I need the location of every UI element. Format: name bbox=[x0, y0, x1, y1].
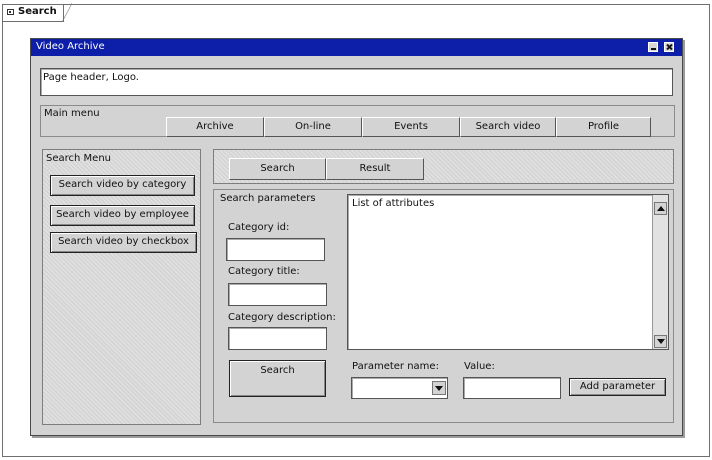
category-description-label: Category description: bbox=[228, 312, 336, 323]
main-menu-label: Main menu bbox=[44, 108, 100, 119]
attributes-list-text: List of attributes bbox=[352, 198, 435, 209]
category-id-field[interactable] bbox=[226, 238, 325, 261]
search-by-employee-button[interactable]: Search video by employee bbox=[50, 205, 195, 226]
page-header: Page header, Logo. bbox=[40, 68, 673, 96]
search-by-checkbox-button[interactable]: Search video by checkbox bbox=[50, 232, 197, 253]
title-bar: Video Archive bbox=[31, 39, 682, 56]
tab-search[interactable]: Search bbox=[229, 158, 326, 180]
page-header-text: Page header, Logo. bbox=[43, 72, 139, 83]
value-field[interactable] bbox=[463, 377, 561, 399]
tab-result[interactable]: Result bbox=[326, 158, 424, 180]
search-menu-label: Search Menu bbox=[46, 153, 111, 164]
chevron-down-icon[interactable] bbox=[432, 381, 446, 395]
frame-tab-label: Search bbox=[18, 6, 57, 17]
close-icon[interactable] bbox=[664, 42, 674, 52]
video-archive-window: Video Archive Page header, Logo. Main me… bbox=[30, 38, 683, 436]
tab-events[interactable]: Events bbox=[362, 117, 460, 137]
category-title-field[interactable] bbox=[228, 283, 327, 306]
arrow-down-icon[interactable] bbox=[654, 335, 667, 348]
diagram-frame-icon bbox=[7, 9, 14, 15]
tab-archive[interactable]: Archive bbox=[166, 117, 264, 137]
category-id-label: Category id: bbox=[228, 222, 290, 233]
attributes-scrollbar[interactable] bbox=[652, 195, 668, 349]
add-parameter-button[interactable]: Add parameter bbox=[569, 378, 666, 396]
value-label: Value: bbox=[464, 361, 495, 372]
tab-profile[interactable]: Profile bbox=[556, 117, 651, 137]
tab-search-video[interactable]: Search video bbox=[460, 117, 556, 137]
category-title-label: Category title: bbox=[228, 266, 300, 277]
arrow-up-icon[interactable] bbox=[654, 202, 667, 215]
parameter-name-select[interactable] bbox=[351, 377, 448, 399]
parameter-name-label: Parameter name: bbox=[352, 361, 439, 372]
search-by-category-button[interactable]: Search video by category bbox=[50, 175, 195, 196]
frame-tab: Search bbox=[2, 3, 72, 22]
search-parameters-label: Search parameters bbox=[220, 193, 316, 204]
minimize-icon[interactable] bbox=[648, 42, 658, 52]
attributes-list[interactable]: List of attributes bbox=[347, 194, 669, 350]
category-description-field[interactable] bbox=[228, 327, 327, 350]
search-button[interactable]: Search bbox=[229, 360, 326, 397]
window-title: Video Archive bbox=[36, 41, 105, 52]
tab-online[interactable]: On-line bbox=[264, 117, 362, 137]
